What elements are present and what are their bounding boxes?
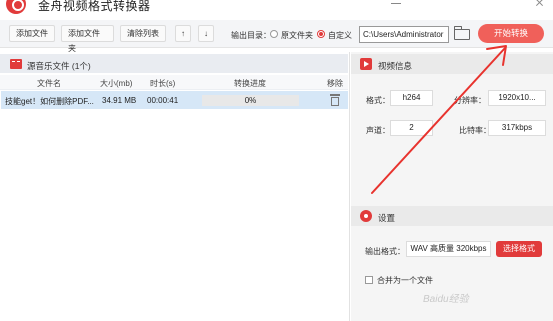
minimize-icon[interactable] — [387, 0, 407, 8]
format-value: h264 — [390, 90, 433, 106]
clear-list-button[interactable]: 清除列表 — [120, 25, 166, 42]
file-list-header: 源音乐文件 (1个) — [0, 54, 348, 73]
file-duration: 00:00:41 — [147, 96, 179, 105]
channels-label: 声道： — [366, 126, 390, 135]
video-info-header: 视频信息 — [351, 54, 553, 74]
file-list-panel: 源音乐文件 (1个) 文件名 大小(mb) 时长(s) 转换进度 移除 技能ge… — [0, 52, 348, 321]
app-logo-icon — [6, 0, 26, 14]
conversion-progress-bar: 0% — [202, 95, 299, 106]
output-dir-label: 输出目录： — [231, 31, 271, 40]
folder-icon[interactable] — [454, 26, 470, 40]
column-header-size: 大小(mb) — [100, 79, 133, 88]
table-header: 文件名 大小(mb) 时长(s) 转换进度 移除 — [0, 75, 348, 90]
video-info-title: 视频信息 — [378, 61, 413, 71]
custom-folder-radio[interactable] — [317, 30, 325, 38]
table-row[interactable]: 技能get！如何删除PDF... 34.91 MB 00:00:41 0% — [1, 91, 348, 109]
start-convert-button[interactable]: 开始转换 — [478, 24, 544, 43]
film-icon — [10, 59, 22, 69]
custom-folder-label: 自定义 — [328, 31, 352, 40]
select-format-button[interactable]: 选择格式 — [496, 241, 542, 257]
file-list-title: 源音乐文件 (1个) — [27, 61, 91, 71]
play-icon — [360, 58, 372, 70]
app-title: 金舟视频格式转换器 — [38, 0, 151, 13]
merge-checkbox[interactable] — [365, 276, 373, 284]
add-file-button[interactable]: 添加文件 — [9, 25, 55, 42]
file-name: 技能get！如何删除PDF... — [5, 97, 94, 106]
settings-title: 设置 — [378, 213, 396, 223]
source-folder-radio[interactable] — [270, 30, 278, 38]
conversion-progress-text: 0% — [244, 96, 257, 105]
move-down-button[interactable]: ↓ — [198, 25, 214, 42]
merge-label: 合并为一个文件 — [377, 276, 433, 285]
output-format-label: 输出格式： — [365, 247, 405, 256]
watermark: Baidu经验 — [423, 294, 469, 305]
format-label: 格式： — [366, 96, 390, 105]
trash-icon[interactable] — [330, 94, 340, 106]
source-folder-label: 原文件夹 — [281, 31, 313, 40]
column-header-duration: 时长(s) — [150, 79, 176, 88]
bitrate-label: 比特率： — [459, 126, 491, 135]
bitrate-value: 317kbps — [488, 120, 546, 136]
gear-icon — [360, 210, 372, 222]
resolution-value: 1920x10... — [488, 90, 546, 106]
move-up-button[interactable]: ↑ — [175, 25, 191, 42]
output-format-value: WAV 高质量 320kbps — [406, 241, 491, 257]
toolbar: 添加文件 添加文件夹 清除列表 ↑ ↓ 输出目录： 原文件夹 自定义 C:\Us… — [0, 20, 553, 53]
resolution-label: 分辨率： — [454, 96, 486, 105]
close-icon[interactable] — [530, 0, 550, 8]
column-header-remove: 移除 — [327, 79, 343, 88]
title-bar: 金舟视频格式转换器 — [0, 0, 553, 18]
info-settings-panel: 视频信息 格式： h264 分辨率： 1920x10... 声道： 2 比特率：… — [351, 52, 553, 321]
column-header-name: 文件名 — [37, 79, 61, 88]
add-folder-button[interactable]: 添加文件夹 — [61, 25, 114, 53]
channels-value: 2 — [390, 120, 433, 136]
column-header-progress: 转换进度 — [234, 79, 266, 88]
output-path-field[interactable]: C:\Users\Administrator — [359, 26, 449, 43]
panel-divider — [349, 52, 350, 321]
settings-header: 设置 — [351, 206, 553, 226]
file-size: 34.91 MB — [102, 96, 137, 105]
